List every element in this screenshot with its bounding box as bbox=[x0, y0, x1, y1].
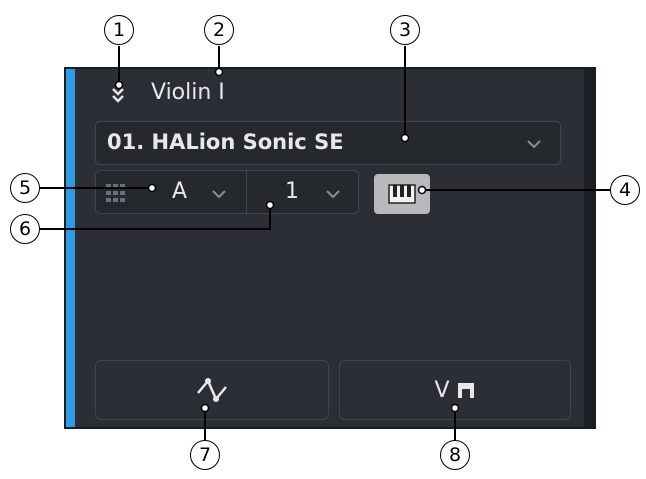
grid-icon bbox=[106, 184, 125, 202]
vst-instrument-button[interactable]: V bbox=[339, 360, 571, 420]
vst-instrument-icon bbox=[457, 383, 474, 398]
callout-1: 1 bbox=[104, 15, 134, 45]
callout-4: 4 bbox=[610, 175, 640, 205]
port-value: A bbox=[172, 179, 188, 204]
piano-keys-icon bbox=[388, 184, 416, 204]
callout-5: 5 bbox=[10, 173, 40, 203]
chevron-down-icon bbox=[326, 190, 340, 199]
chevron-double-down-icon bbox=[112, 88, 124, 103]
track-color-bar bbox=[66, 69, 75, 427]
chevron-down-icon bbox=[212, 190, 226, 199]
port-select[interactable]: A bbox=[95, 170, 247, 214]
callout-2: 2 bbox=[204, 15, 234, 45]
channel-value: 1 bbox=[285, 179, 299, 204]
callout-6: 6 bbox=[10, 214, 40, 244]
device-select[interactable]: 01. HALion Sonic SE bbox=[95, 121, 561, 165]
automation-button[interactable] bbox=[95, 360, 329, 420]
track-name: Violin I bbox=[151, 80, 225, 105]
vst-label: V bbox=[434, 377, 450, 403]
channel-select[interactable]: 1 bbox=[247, 170, 359, 214]
chevron-down-icon bbox=[527, 140, 541, 149]
keyboard-button[interactable] bbox=[374, 174, 430, 214]
callout-3: 3 bbox=[390, 15, 420, 45]
panel-edge bbox=[584, 69, 594, 427]
collapse-button[interactable] bbox=[106, 83, 130, 107]
device-label: 01. HALion Sonic SE bbox=[107, 130, 344, 154]
callout-7: 7 bbox=[190, 440, 220, 470]
automation-curve-icon bbox=[197, 378, 227, 402]
track-inspector-panel: Violin I 01. HALion Sonic SE A 1 V bbox=[64, 67, 596, 429]
callout-8: 8 bbox=[440, 440, 470, 470]
